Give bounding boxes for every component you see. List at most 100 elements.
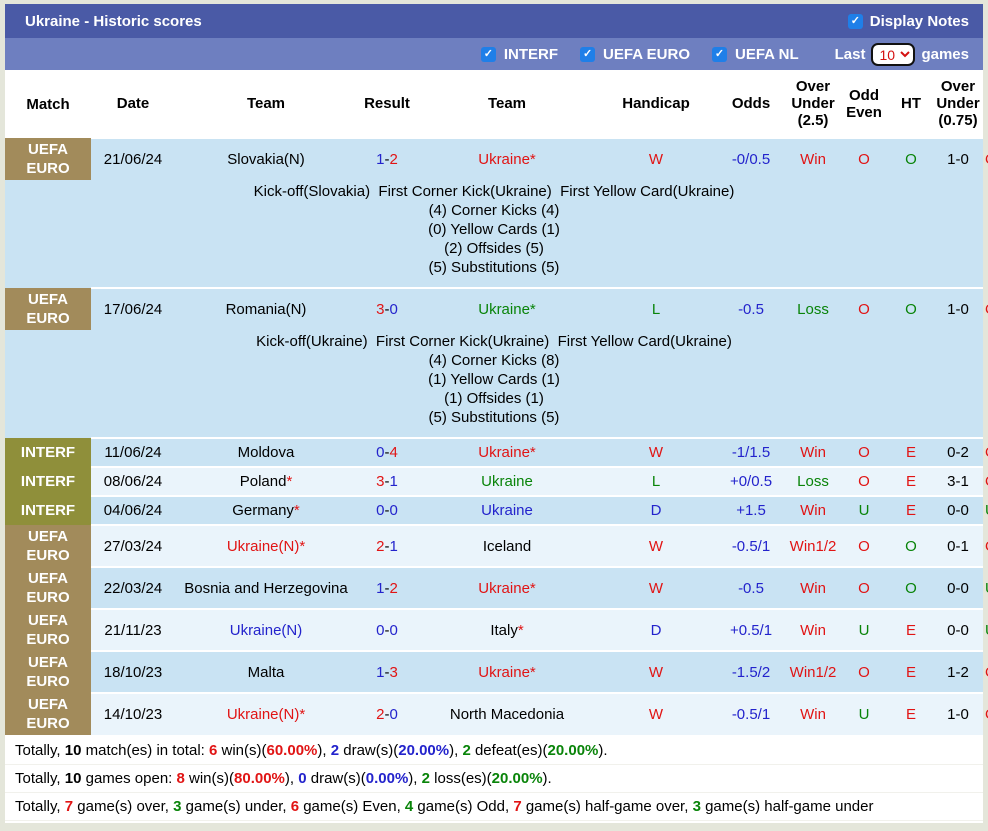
odds: Loss (787, 467, 839, 496)
odd-even: O (889, 288, 933, 330)
totals-section: Totally, 10 match(es) in total: 6 win(s)… (5, 735, 983, 823)
column-header: Odds (715, 70, 787, 138)
team-name: Bosnia and Herzegovina (184, 580, 347, 597)
team-star: * (286, 473, 292, 490)
away-goals: 1 (390, 538, 398, 555)
odds: Win (787, 138, 839, 180)
away-goals: 0 (390, 622, 398, 639)
away-team: Ukraine (417, 467, 597, 496)
totals-segment: loss(es)( (430, 770, 492, 787)
notes-headline: Kick-off(Slovakia) First Corner Kick(Ukr… (7, 182, 981, 201)
totals-segment: ). (598, 742, 607, 759)
score: 1-2 (357, 567, 417, 609)
totals-line: Totally, 7 game(s) over, 3 game(s) under… (5, 793, 983, 821)
away-goals: 4 (390, 444, 398, 461)
notes-stat-line: (2) Offsides (5) (7, 239, 981, 258)
odds: Win1/2 (787, 651, 839, 693)
title-bar: Ukraine - Historic scores Display Notes (5, 4, 983, 38)
handicap: -0.5 (715, 288, 787, 330)
competition-badge: UEFA EURO (5, 525, 91, 567)
totals-segment: games open: (81, 770, 176, 787)
team-name: Moldova (238, 444, 295, 461)
last-games-group: Last 10 games (835, 43, 969, 66)
filter-checkbox[interactable] (481, 47, 496, 62)
home-team: Ukraine(N)* (175, 693, 357, 735)
totals-segment: ), (285, 770, 298, 787)
score: 2-1 (357, 525, 417, 567)
totals-segment: 20.00% (548, 742, 599, 759)
over-under-2-5: O (839, 138, 889, 180)
totals-segment: 10 (65, 742, 82, 759)
notes-headline: Kick-off(Ukraine) First Corner Kick(Ukra… (7, 332, 981, 351)
over-under-2-5: O (839, 467, 889, 496)
filter-checkbox[interactable] (712, 47, 727, 62)
team-name: Ukraine(N)* (227, 538, 305, 555)
history-table: MatchDateTeamResultTeamHandicapOddsOver … (5, 70, 983, 735)
result-wld: D (597, 609, 715, 651)
match-date: 04/06/24 (91, 496, 175, 525)
filter-checkbox[interactable] (580, 47, 595, 62)
score: 1-2 (357, 138, 417, 180)
away-team: Ukraine* (417, 438, 597, 467)
filter-label: INTERF (504, 46, 558, 63)
half-time-score: 0-1 (933, 525, 983, 567)
home-goals: 2 (376, 538, 384, 555)
totals-segment: 6 (291, 798, 299, 815)
handicap: -0.5/1 (715, 525, 787, 567)
column-header: Team (175, 70, 357, 138)
notes-stat-line: (1) Offsides (1) (7, 389, 981, 408)
totals-line: Totally, 10 games open: 8 win(s)(80.00%)… (5, 765, 983, 793)
match-date: 11/06/24 (91, 438, 175, 467)
half-time-score: 0-0 (933, 496, 983, 525)
competition-badge: UEFA EURO (5, 609, 91, 651)
odds: Win (787, 609, 839, 651)
notes-stat-line: (5) Substitutions (5) (7, 258, 981, 277)
half-time-score: 0-2 (933, 438, 983, 467)
last-games-select[interactable]: 10 (871, 43, 915, 66)
home-goals: 1 (376, 580, 384, 597)
home-team: Slovakia(N) (175, 138, 357, 180)
result-wld: D (597, 496, 715, 525)
competition-filters: INTERFUEFA EUROUEFA NL (481, 46, 799, 63)
home-goals: 1 (376, 151, 384, 168)
team-name: Ukraine(N) (230, 622, 303, 639)
odd-even: O (889, 525, 933, 567)
filter-bar: INTERFUEFA EUROUEFA NL Last 10 games (5, 38, 983, 70)
team-name: Ukraine (481, 502, 533, 519)
competition-badge: INTERF (5, 496, 91, 525)
totals-segment: 2 (462, 742, 470, 759)
result-wld: L (597, 467, 715, 496)
totals-segment: 0 (298, 770, 306, 787)
team-name: Ukraine* (478, 444, 536, 461)
score: 0-4 (357, 438, 417, 467)
match-date: 17/06/24 (91, 288, 175, 330)
result-wld: W (597, 138, 715, 180)
team-star: * (294, 502, 300, 519)
result-wld: W (597, 438, 715, 467)
home-team: Ukraine(N)* (175, 525, 357, 567)
odds: Loss (787, 288, 839, 330)
away-goals: 2 (390, 580, 398, 597)
handicap: +1.5 (715, 496, 787, 525)
score: 1-3 (357, 651, 417, 693)
away-team: Ukraine* (417, 138, 597, 180)
team-name: Romania(N) (226, 301, 307, 318)
competition-badge: UEFA EURO (5, 288, 91, 330)
home-goals: 1 (376, 664, 384, 681)
totals-segment: ), (449, 742, 462, 759)
half-time-score: 1-0 (933, 288, 983, 330)
totals-segment: 60.00% (267, 742, 318, 759)
totals-segment: 7 (513, 798, 521, 815)
away-goals: 0 (390, 502, 398, 519)
odd-even: E (889, 693, 933, 735)
handicap: +0.5/1 (715, 609, 787, 651)
display-notes-checkbox[interactable] (848, 14, 863, 29)
score: 0-0 (357, 496, 417, 525)
games-label: games (921, 46, 969, 63)
half-time-score: 3-1 (933, 467, 983, 496)
score: 3-1 (357, 467, 417, 496)
column-header: HT (889, 70, 933, 138)
match-notes-row: Kick-off(Ukraine) First Corner Kick(Ukra… (5, 330, 983, 438)
totals-segment: win(s)( (217, 742, 266, 759)
match-row: UEFA EURO21/11/23Ukraine(N)0-0Italy*D+0.… (5, 609, 983, 651)
